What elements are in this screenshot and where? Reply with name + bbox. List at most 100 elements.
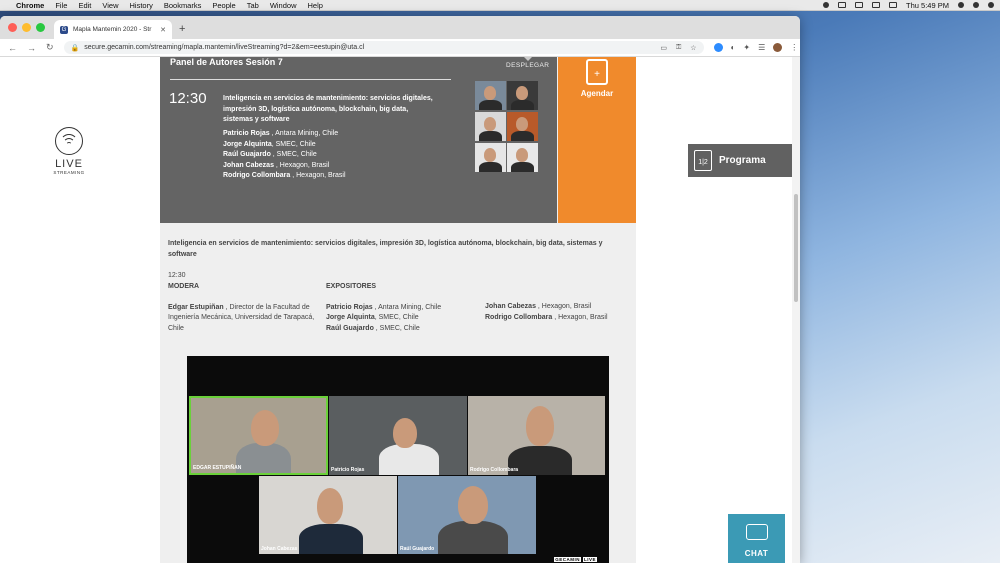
minimize-window-button[interactable] (22, 23, 31, 32)
search-icon[interactable] (958, 2, 964, 8)
agendar-button[interactable]: Agendar (558, 57, 636, 223)
moderator-entry: Edgar Estupiñan , Director de la Faculta… (168, 303, 315, 332)
zoom-extension-icon[interactable] (713, 43, 723, 52)
menu-tab[interactable]: Tab (247, 1, 259, 10)
puzzle-icon[interactable]: ✦ (743, 43, 750, 52)
mac-menubar: Chrome File Edit View History Bookmarks … (0, 0, 1000, 11)
session-title: Inteligencia en servicios de mantenimien… (223, 95, 433, 123)
speaker-photo (507, 81, 538, 110)
screen-icon[interactable] (838, 2, 847, 8)
list-item: Patricio Rojas , Antara Mining, Chile (326, 303, 442, 311)
scrollbar-thumb[interactable] (794, 194, 798, 302)
programa-label: Programa (719, 155, 766, 166)
extension-icon[interactable]: ◐ (731, 43, 736, 52)
video-tile: Johan Cabezas (259, 476, 397, 554)
speaker-photo (507, 143, 538, 172)
menu-people[interactable]: People (212, 1, 235, 10)
window-controls (8, 23, 45, 32)
panel-speaker-list: Patricio Rojas , Antara Mining, Chile Jo… (223, 129, 346, 182)
volume-icon[interactable] (872, 2, 881, 8)
desplegar-toggle[interactable]: DESPLEGAR (506, 62, 549, 69)
chevron-down-icon[interactable] (524, 57, 532, 61)
address-bar[interactable]: 🔒 secure.gecamin.com/streaming/mapla.man… (63, 41, 704, 54)
menu-help[interactable]: Help (308, 1, 323, 10)
tab-strip: G Mapla Mantemin 2020 - Str ✕ + (0, 16, 800, 39)
list-item: Jorge Alquinta, SMEC, Chile (326, 314, 419, 321)
participant-name: Patricio Rojas (331, 467, 365, 473)
url-text[interactable]: secure.gecamin.com/streaming/mapla.mante… (84, 44, 364, 51)
chat-bubble-icon (745, 524, 768, 540)
list-item: Johan Cabezas , Hexagon, Brasil (485, 303, 592, 310)
session-panel: Panel de Autores Sesión 7 DESPLEGAR 12:3… (160, 57, 557, 223)
bookmark-star-icon[interactable]: ☆ (690, 44, 696, 52)
browser-tab[interactable]: G Mapla Mantemin 2020 - Str ✕ (54, 20, 172, 39)
browser-window: G Mapla Mantemin 2020 - Str ✕ + ← → ↻ 🔒 … (0, 16, 800, 563)
menu-window[interactable]: Window (270, 1, 297, 10)
close-window-button[interactable] (8, 23, 17, 32)
tab-title: Mapla Mantemin 2020 - Str (73, 26, 152, 33)
wifi-broadcast-icon (55, 127, 83, 155)
menu-edit[interactable]: Edit (78, 1, 91, 10)
agendar-label: Agendar (580, 89, 614, 98)
menubar-clock[interactable]: Thu 5:49 PM (906, 1, 949, 10)
extensions-area: ◐ ✦ ☰ ⋮ (713, 43, 798, 52)
moderator-column: MODERA Edgar Estupiñan , Director de la … (168, 282, 316, 334)
new-tab-button[interactable]: + (179, 22, 185, 36)
maximize-window-button[interactable] (36, 23, 45, 32)
calendar-add-icon (586, 59, 608, 85)
control-center-icon[interactable] (988, 2, 994, 8)
menu-app-name[interactable]: Chrome (16, 1, 44, 10)
participant-name: Raúl Guajardo (400, 546, 435, 552)
battery-icon[interactable] (889, 2, 898, 8)
list-item: Jorge Alquinta, SMEC, Chile (223, 140, 316, 148)
speaker-photo (475, 112, 506, 141)
video-tile: Raúl Guajardo (398, 476, 536, 554)
menu-bookmarks[interactable]: Bookmarks (164, 1, 202, 10)
list-item: Rodrigo Collombara , Hexagon, Brasil (485, 313, 608, 321)
speaker-photo (475, 81, 506, 110)
session-content: Panel de Autores Sesión 7 DESPLEGAR 12:3… (160, 57, 636, 563)
chat-label: CHAT (744, 549, 769, 558)
video-tile: Rodrigo Collombara (468, 396, 605, 475)
browser-toolbar: ← → ↻ 🔒 secure.gecamin.com/streaming/map… (0, 39, 800, 57)
reload-icon[interactable]: ↻ (46, 42, 54, 53)
menu-history[interactable]: History (130, 1, 153, 10)
panel-divider (170, 79, 451, 80)
list-item: Raúl Guajardo , SMEC, Chile (223, 151, 317, 158)
wifi-icon[interactable] (855, 2, 864, 8)
participant-name: Rodrigo Collombara (470, 467, 519, 473)
page-scrollbar[interactable] (792, 57, 800, 563)
kebab-menu-icon[interactable]: ⋮ (790, 43, 798, 52)
cast-icon[interactable]: ▭ (660, 44, 667, 52)
details-time: 12:30 (168, 272, 186, 279)
expositores-column-1: EXPOSITORES Patricio Rojas , Antara Mini… (326, 282, 476, 334)
chat-button[interactable]: CHAT (728, 514, 785, 563)
video-tile: Patricio Rojas (329, 396, 467, 475)
status-icon[interactable] (823, 2, 830, 8)
panel-title: Panel de Autores Sesión 7 (170, 57, 283, 67)
menu-view[interactable]: View (102, 1, 118, 10)
live-streaming-logo[interactable]: LIVE STREAMING (50, 127, 88, 175)
close-tab-icon[interactable]: ✕ (160, 26, 166, 34)
profile-avatar[interactable] (773, 43, 783, 52)
user-icon[interactable] (973, 2, 979, 8)
menu-file[interactable]: File (55, 1, 67, 10)
list-item: Patricio Rojas , Antara Mining, Chile (223, 130, 339, 137)
expositores-column-2: Johan Cabezas , Hexagon, Brasil Rodrigo … (485, 302, 635, 323)
forward-icon[interactable]: → (27, 43, 36, 53)
expositores-heading: EXPOSITORES (326, 283, 377, 290)
logo-live-text: LIVE (55, 158, 83, 170)
reading-list-icon[interactable]: ☰ (758, 43, 765, 52)
key-icon[interactable]: ⚿ (676, 44, 681, 52)
participant-name: Johan Cabezas (261, 546, 298, 552)
list-item: Rodrigo Collombara , Hexagon, Brasil (223, 172, 346, 179)
lock-icon[interactable]: 🔒 (71, 44, 80, 52)
video-player[interactable]: EDGAR ESTUPIÑAN Patricio Rojas Rodrigo C… (187, 356, 609, 563)
speaker-photo (475, 143, 506, 172)
speaker-photo-grid (475, 81, 538, 172)
session-time: 12:30 (169, 90, 207, 107)
list-item: Raúl Guajardo , SMEC, Chile (326, 324, 420, 332)
back-icon[interactable]: ← (8, 43, 17, 53)
programa-button[interactable]: 1|2 Programa (688, 144, 792, 177)
logo-streaming-text: STREAMING (53, 170, 85, 175)
